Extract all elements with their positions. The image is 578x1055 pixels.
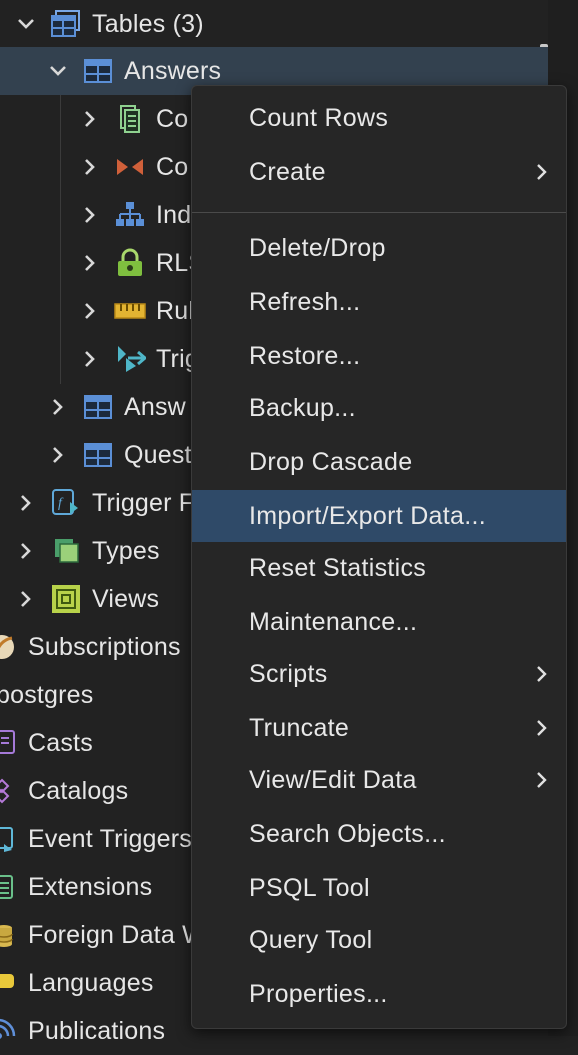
trigger-function-icon: f [50, 487, 82, 519]
menu-item-drop-cascade[interactable]: Drop Cascade [192, 436, 566, 488]
chevron-right-icon[interactable] [78, 347, 102, 371]
types-icon [50, 535, 82, 567]
constraints-icon [114, 151, 146, 183]
menu-item-import-export-data[interactable]: Import/Export Data... [192, 490, 566, 542]
menu-item-properties[interactable]: Properties... [192, 968, 566, 1020]
tree-item-label: Foreign Data W [28, 920, 206, 949]
menu-item-view-edit-data[interactable]: View/Edit Data [192, 754, 566, 806]
chevron-right-icon[interactable] [14, 587, 38, 611]
menu-item-label: PSQL Tool [249, 873, 370, 902]
tree-item-label: Co [156, 152, 189, 181]
languages-icon [0, 967, 18, 999]
tree-item-label: Languages [28, 968, 154, 997]
tree-item-label: Co [156, 104, 189, 133]
menu-item-label: Restore... [249, 341, 361, 370]
ruler-icon [114, 295, 146, 327]
tree-item-label: Views [92, 584, 160, 613]
tree-item-label: Ind [156, 200, 192, 229]
chevron-right-icon[interactable] [46, 395, 70, 419]
menu-item-label: Maintenance... [249, 607, 418, 636]
chevron-right-icon[interactable] [14, 539, 38, 563]
extensions-icon [0, 871, 18, 903]
table-icon [82, 55, 114, 87]
tree-item-label: Rul [156, 296, 195, 325]
menu-item-label: Refresh... [249, 287, 361, 316]
table-icon [82, 391, 114, 423]
chevron-right-icon[interactable] [14, 491, 38, 515]
menu-item-refresh[interactable]: Refresh... [192, 276, 566, 328]
menu-item-search-objects[interactable]: Search Objects... [192, 808, 566, 860]
menu-item-truncate[interactable]: Truncate [192, 702, 566, 754]
menu-item-label: Drop Cascade [249, 447, 413, 476]
menu-item-label: Reset Statistics [249, 553, 427, 582]
context-menu: Count Rows Create Delete/Drop Refresh...… [191, 85, 567, 1029]
chevron-right-icon[interactable] [78, 203, 102, 227]
chevron-right-icon [532, 770, 552, 790]
tree-item-label: Extensions [28, 872, 153, 901]
menu-item-delete-drop[interactable]: Delete/Drop [192, 222, 566, 274]
menu-item-scripts[interactable]: Scripts [192, 648, 566, 700]
menu-item-restore[interactable]: Restore... [192, 330, 566, 382]
menu-item-label: Create [249, 157, 326, 186]
menu-item-psql-tool[interactable]: PSQL Tool [192, 862, 566, 914]
tree-item-label: Quest [124, 440, 192, 469]
menu-item-label: Import/Export Data... [249, 501, 486, 530]
chevron-right-icon[interactable] [78, 299, 102, 323]
chevron-right-icon[interactable] [78, 107, 102, 131]
tree-item-tables[interactable]: Tables (3) [0, 0, 548, 48]
tree-item-label: postgres [0, 680, 94, 709]
tree-item-label: Casts [28, 728, 93, 757]
casts-icon [0, 727, 18, 759]
tree-item-label: Catalogs [28, 776, 129, 805]
menu-item-count-rows[interactable]: Count Rows [192, 92, 566, 144]
chevron-right-icon[interactable] [46, 443, 70, 467]
menu-item-label: View/Edit Data [249, 765, 417, 794]
indexes-icon [114, 199, 146, 231]
event-triggers-icon [0, 823, 18, 855]
tables-icon [50, 8, 82, 40]
publications-icon [0, 1015, 18, 1047]
tree-item-label: Trigger F [92, 488, 195, 517]
svg-text:f: f [58, 496, 64, 511]
menu-item-label: Delete/Drop [249, 233, 386, 262]
tree-item-label: Answ [124, 392, 186, 421]
menu-item-label: Truncate [249, 713, 350, 742]
menu-item-label: Search Objects... [249, 819, 446, 848]
table-icon [82, 439, 114, 471]
menu-item-label: Query Tool [249, 925, 373, 954]
trigger-icon [114, 343, 146, 375]
menu-item-backup[interactable]: Backup... [192, 382, 566, 434]
catalogs-icon [0, 775, 18, 807]
chevron-right-icon [532, 162, 552, 182]
tree-item-label: Tables (3) [92, 9, 204, 38]
tree-item-label: Publications [28, 1016, 166, 1045]
menu-item-label: Count Rows [249, 103, 389, 132]
foreign-data-icon [0, 919, 18, 951]
columns-icon [114, 103, 146, 135]
menu-item-label: Scripts [249, 659, 328, 688]
tree-item-label: Answers [124, 56, 222, 85]
tree-item-label: Types [92, 536, 160, 565]
menu-item-maintenance[interactable]: Maintenance... [192, 596, 566, 648]
subscriptions-icon [0, 631, 18, 663]
tree-item-label: Event Triggers [28, 824, 192, 853]
chevron-down-icon[interactable] [14, 12, 38, 36]
menu-item-label: Properties... [249, 979, 388, 1008]
menu-item-query-tool[interactable]: Query Tool [192, 914, 566, 966]
menu-item-create[interactable]: Create [192, 146, 566, 198]
chevron-right-icon[interactable] [78, 155, 102, 179]
chevron-right-icon[interactable] [78, 251, 102, 275]
lock-icon [114, 247, 146, 279]
menu-item-reset-statistics[interactable]: Reset Statistics [192, 542, 566, 594]
chevron-right-icon [532, 664, 552, 684]
menu-separator [192, 212, 566, 213]
menu-item-label: Backup... [249, 393, 356, 422]
chevron-right-icon [532, 718, 552, 738]
tree-item-label: Subscriptions [28, 632, 181, 661]
chevron-down-icon[interactable] [46, 59, 70, 83]
views-icon [50, 583, 82, 615]
